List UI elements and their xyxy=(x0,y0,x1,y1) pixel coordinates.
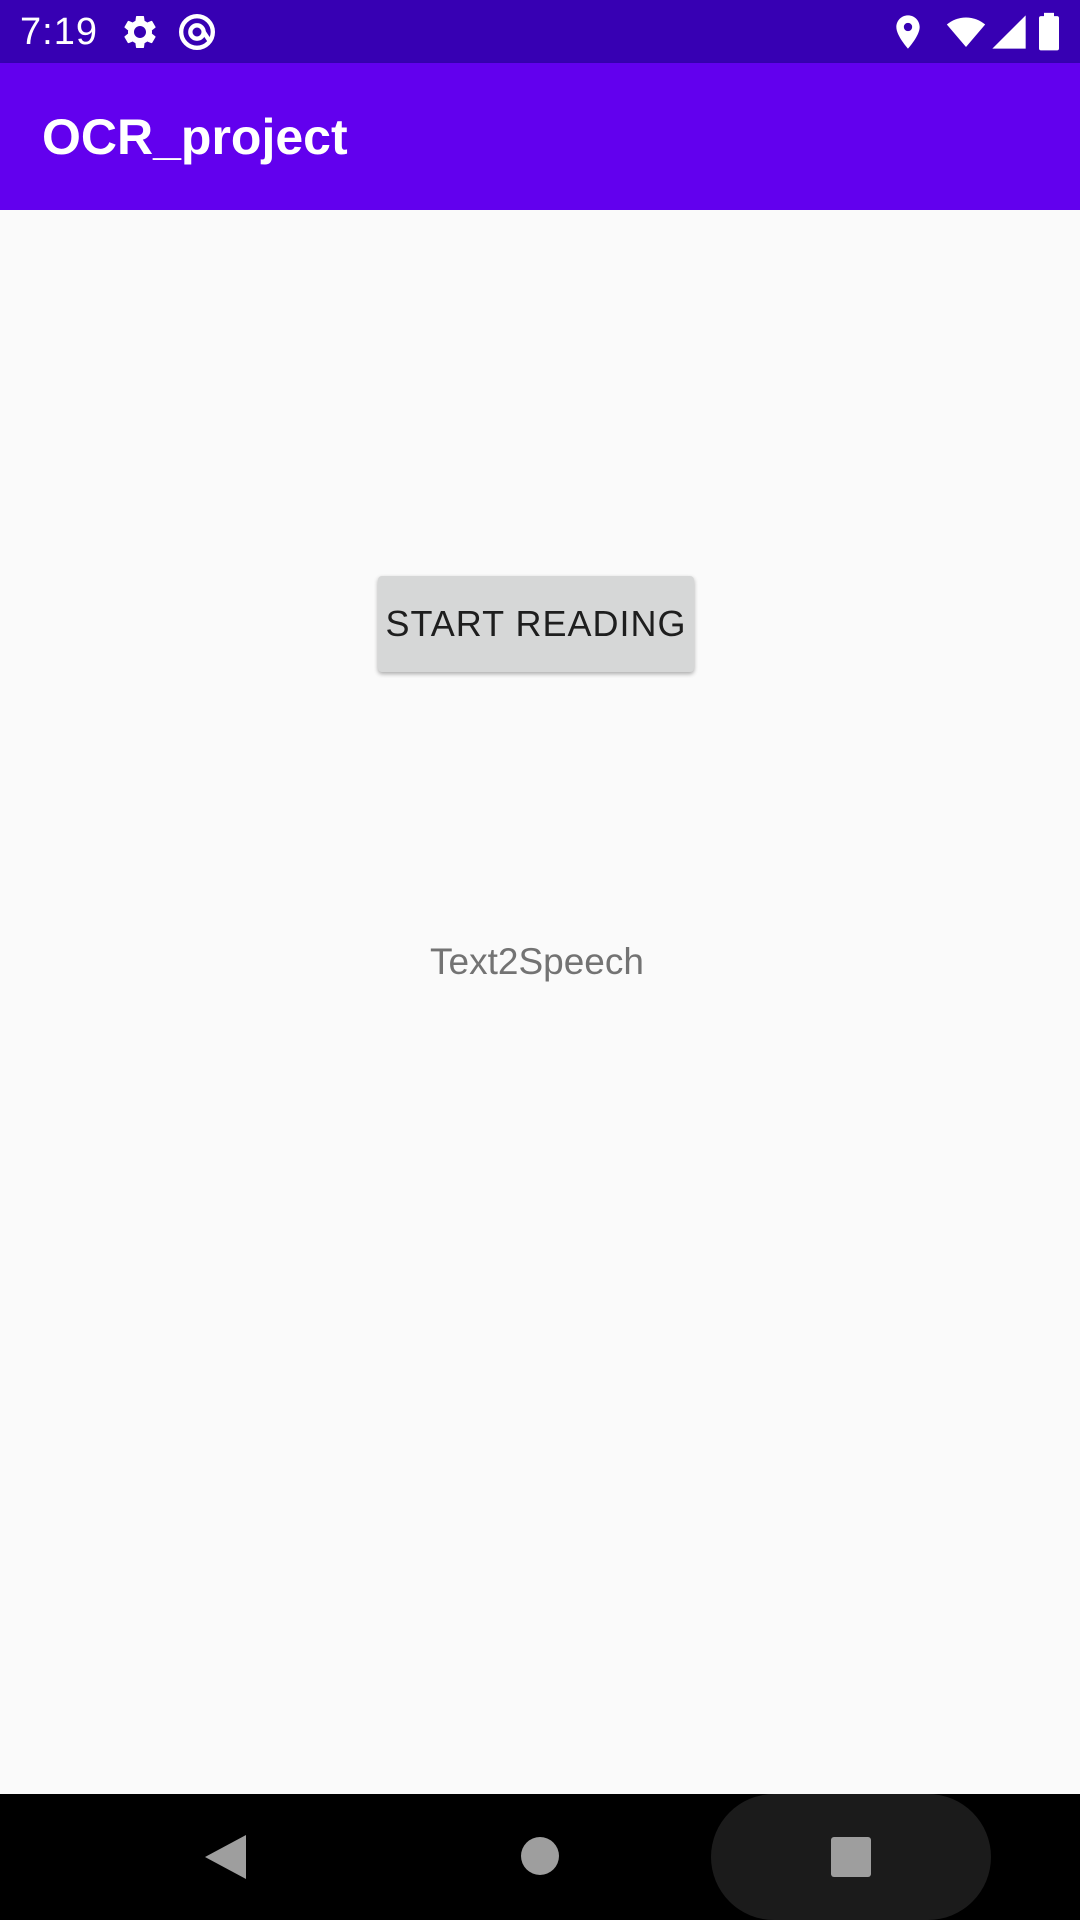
cell-signal-icon xyxy=(992,15,1026,49)
location-pin-icon xyxy=(896,15,920,49)
settings-gear-icon xyxy=(124,15,156,48)
recents-square-icon[interactable] xyxy=(831,1837,871,1877)
app-bar: OCR_project xyxy=(0,63,1080,210)
home-circle-icon[interactable] xyxy=(520,1836,560,1876)
wifi-icon xyxy=(946,17,986,47)
text2speech-label: Text2Speech xyxy=(430,941,644,982)
navigation-bar xyxy=(0,1794,1080,1920)
at-sign-icon xyxy=(179,14,215,50)
status-bar: 7:19 xyxy=(0,0,1080,63)
main-content: START READING Text2Speech xyxy=(0,210,1080,1794)
status-time: 7:19 xyxy=(20,11,98,53)
app-title: OCR_project xyxy=(42,109,348,165)
battery-icon xyxy=(1039,12,1059,51)
start-reading-button[interactable]: START READING xyxy=(378,576,694,672)
back-triangle-icon[interactable] xyxy=(202,1832,248,1882)
